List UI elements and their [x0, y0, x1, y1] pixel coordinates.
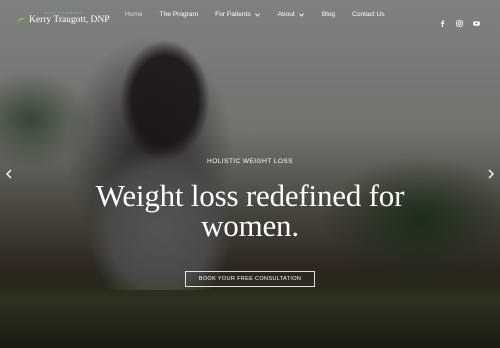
chevron-down-icon — [298, 12, 304, 16]
nav-item-the-program[interactable]: The Program — [160, 11, 198, 18]
nav-label: Home — [125, 11, 143, 18]
logo-name: Kerry Traugott, DNP — [29, 15, 110, 25]
nav-item-for-patients[interactable]: For Patients — [215, 11, 261, 18]
nav-label: The Program — [159, 11, 199, 18]
main-nav: Home The Program For Patients About Blog… — [125, 11, 402, 18]
leaf-logo-icon — [16, 17, 27, 23]
nav-item-blog[interactable]: Blog — [322, 11, 335, 18]
facebook-icon[interactable] — [439, 14, 446, 27]
instagram-icon[interactable] — [456, 14, 463, 27]
book-consultation-button[interactable]: BOOK YOUR FREE CONSULTATION — [184, 271, 316, 287]
youtube-icon[interactable] — [473, 14, 480, 26]
site-logo[interactable]: Nurse Practitioner Kerry Traugott, DNP — [16, 10, 110, 28]
nav-item-home[interactable]: Home — [125, 11, 143, 18]
nav-label: Blog — [321, 11, 336, 18]
site-header: Nurse Practitioner Kerry Traugott, DNP H… — [0, 0, 500, 34]
nav-label: For Patients — [215, 11, 251, 18]
nav-label: About — [277, 11, 295, 18]
nav-item-contact-us[interactable]: Contact Us — [352, 11, 385, 18]
hero-headline: Weight loss redefined for women. — [0, 180, 500, 243]
nav-item-about[interactable]: About — [278, 11, 305, 18]
hero-eyebrow: HOLISTIC WEIGHT LOSS — [207, 158, 293, 165]
social-links — [429, 14, 480, 27]
hero-content: HOLISTIC WEIGHT LOSS Weight loss redefin… — [0, 158, 500, 287]
chevron-down-icon — [254, 12, 260, 16]
nav-label: Contact Us — [352, 11, 385, 18]
headline-line-2: women. — [201, 208, 299, 243]
